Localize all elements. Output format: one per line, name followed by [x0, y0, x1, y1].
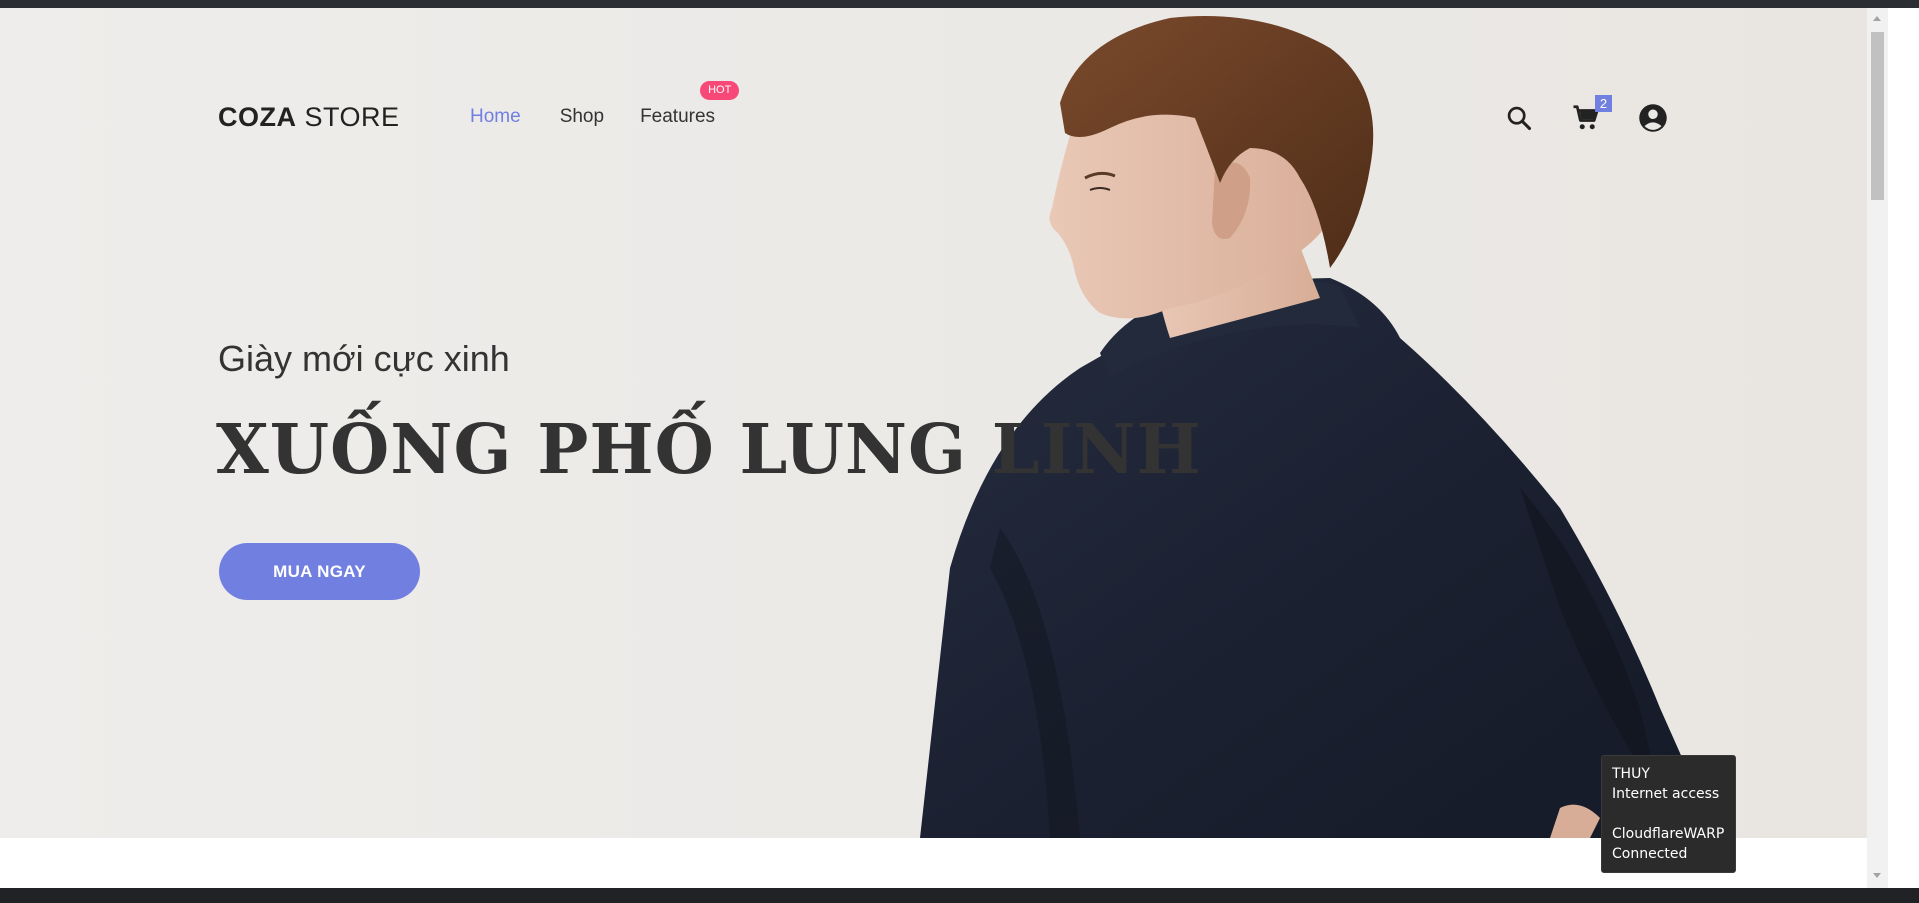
- os-taskbar: [0, 888, 1919, 903]
- cart-count-badge: 2: [1595, 95, 1612, 112]
- tooltip-vpn-name: CloudflareWARP: [1612, 826, 1725, 842]
- tooltip-spacer: [1612, 804, 1725, 824]
- tooltip-internet-status: Internet access: [1612, 786, 1720, 802]
- scroll-down-arrow-icon[interactable]: [1873, 873, 1881, 878]
- tooltip-vpn-status: Connected: [1612, 846, 1688, 862]
- main-nav: Home Shop Features HOT: [470, 81, 740, 128]
- page-scrollbar[interactable]: [1867, 8, 1888, 888]
- hero-subtitle: Giày mới cực xinh: [218, 338, 510, 379]
- scroll-up-arrow-icon[interactable]: [1873, 16, 1881, 21]
- logo-light-text: STORE: [296, 102, 400, 132]
- account-icon: [1639, 104, 1667, 132]
- nav-item-features[interactable]: Features HOT: [640, 81, 740, 128]
- right-gutter: [1888, 8, 1919, 888]
- nav-item-shop[interactable]: Shop: [560, 106, 604, 128]
- shop-now-button[interactable]: MUA NGAY: [219, 543, 420, 600]
- page-viewport: COZA STORE Home Shop Features HOT 2 Giày: [0, 8, 1867, 838]
- search-button[interactable]: [1502, 101, 1536, 135]
- nav-item-home[interactable]: Home: [470, 106, 521, 128]
- nav-item-features-label: Features: [640, 106, 716, 127]
- network-status-tooltip: THUY Internet access CloudflareWARP Conn…: [1601, 755, 1736, 873]
- logo-bold-text: COZA: [218, 102, 297, 132]
- tooltip-network-name: THUY: [1612, 766, 1650, 782]
- account-button[interactable]: [1636, 101, 1670, 135]
- browser-top-edge: [0, 0, 1919, 8]
- hero-headline: XUỐNG PHỐ LUNG LINH: [216, 410, 1202, 490]
- hot-badge: HOT: [700, 81, 740, 100]
- store-logo[interactable]: COZA STORE: [218, 102, 400, 133]
- search-icon: [1507, 106, 1532, 131]
- scroll-thumb[interactable]: [1871, 32, 1884, 200]
